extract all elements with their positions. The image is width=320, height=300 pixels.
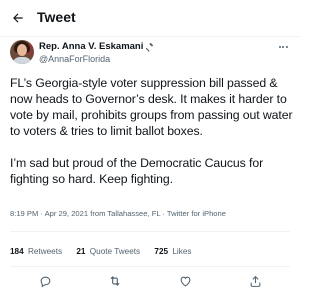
tweet-header: Tweet	[0, 0, 300, 37]
like-icon	[180, 276, 190, 286]
page-title: Tweet	[37, 9, 76, 25]
reply-icon	[40, 276, 50, 287]
share-button[interactable]	[248, 274, 262, 288]
more-icon[interactable]	[276, 42, 290, 52]
back-button[interactable]	[8, 8, 28, 28]
likes-stat[interactable]: 725 Likes	[154, 247, 191, 256]
avatar-face	[17, 44, 27, 56]
retweets-count: 184	[10, 247, 24, 256]
tweet-stats: 184 Retweets 21 Quote Tweets 725 Likes	[10, 246, 294, 257]
tweet-actions	[10, 270, 290, 292]
divider	[10, 266, 290, 267]
author-handle[interactable]: @AnnaForFlorida	[39, 54, 110, 65]
like-button[interactable]	[178, 274, 192, 288]
author-name[interactable]: Rep. Anna V. Eskamani	[39, 41, 143, 53]
gavel-icon	[146, 42, 154, 52]
tweet-meta[interactable]: 8:19 PM · Apr 29, 2021 from Tallahassee,…	[10, 209, 294, 219]
more-dot	[278, 46, 281, 48]
share-icon	[250, 275, 260, 287]
tweet-paragraph: I’m sad but proud of the Democratic Cauc…	[10, 156, 264, 186]
quote-tweets-count: 21	[76, 247, 86, 256]
tweet-text: FL’s Georgia-style voter suppression bil…	[10, 75, 294, 187]
more-dot	[285, 46, 288, 48]
more-dot	[282, 46, 284, 48]
retweet-button[interactable]	[108, 274, 122, 288]
tweet-paragraph: FL’s Georgia-style voter suppression bil…	[10, 76, 293, 138]
author-name-row: Rep. Anna V. Eskamani	[39, 41, 155, 53]
tweet-author: Rep. Anna V. Eskamani @AnnaForFlorida	[6, 40, 294, 70]
retweet-icon	[110, 276, 120, 286]
quote-tweets-label: Quote Tweets	[89, 247, 141, 256]
reply-button[interactable]	[38, 274, 52, 288]
divider	[10, 231, 290, 232]
retweets-stat[interactable]: 184 Retweets	[10, 247, 62, 256]
avatar[interactable]	[10, 40, 34, 64]
avatar-shirt	[12, 57, 32, 64]
likes-label: Likes	[172, 247, 192, 256]
retweets-label: Retweets	[27, 247, 63, 256]
back-arrow-icon	[13, 13, 23, 23]
quote-tweets-stat[interactable]: 21 Quote Tweets	[76, 247, 140, 256]
likes-count: 725	[154, 247, 169, 256]
